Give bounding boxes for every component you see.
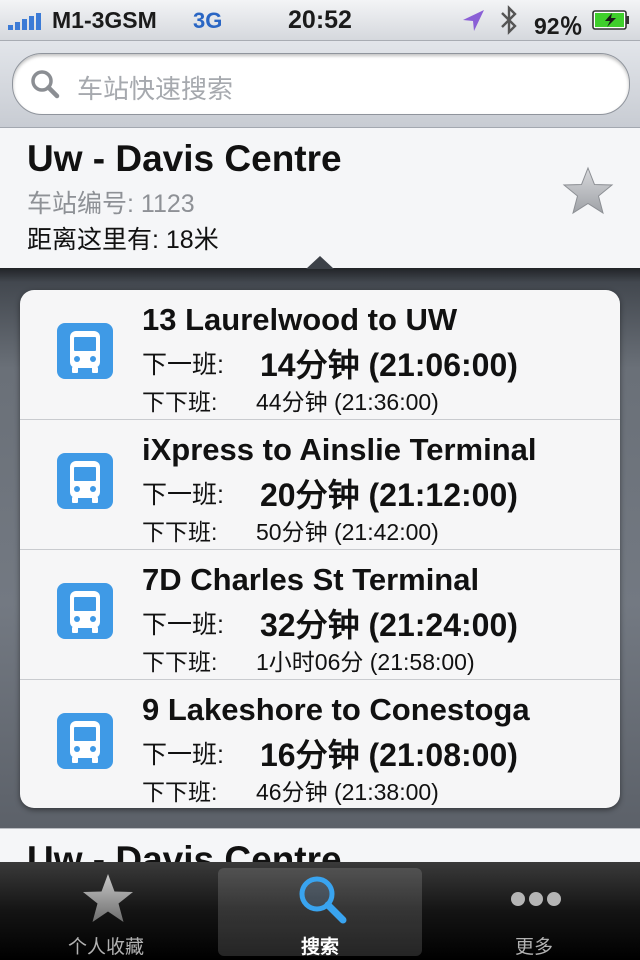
search-bar: 车站快速搜索 [0, 41, 640, 128]
star-icon [83, 874, 133, 922]
following-departure-time: 1小时06分 (21:58:00) [256, 649, 475, 675]
next-departure-label: 下一班: [142, 351, 224, 379]
next-departure-label: 下一班: [142, 481, 224, 509]
route-row[interactable]: 13 Laurelwood to UW 下一班: 14分钟 (21:06:00)… [20, 290, 620, 420]
next-departure-time: 20分钟 (21:12:00) [260, 477, 518, 513]
tab-search[interactable]: 搜索 [218, 868, 422, 958]
station-header[interactable]: Uw - Davis Centre 车站编号: 1123 距离这里有: 18米 [0, 128, 640, 268]
bus-icon [57, 453, 113, 509]
tab-bar: 个人收藏 搜索 更多 [0, 862, 640, 960]
following-departure-label: 下下班: [142, 779, 218, 805]
next-departure-time: 32分钟 (21:24:00) [260, 607, 518, 643]
next-departure-label: 下一班: [142, 611, 224, 639]
tab-favorites[interactable]: 个人收藏 [4, 868, 208, 958]
next-station-header[interactable]: Uw - Davis Centre [0, 828, 640, 863]
bus-icon [57, 583, 113, 639]
search-icon [299, 876, 347, 924]
next-departure-label: 下一班: [142, 741, 224, 769]
following-departure-label: 下下班: [142, 649, 218, 675]
bluetooth-icon [501, 5, 517, 35]
following-departure-time: 50分钟 (21:42:00) [256, 519, 439, 545]
routes-list: 13 Laurelwood to UW 下一班: 14分钟 (21:06:00)… [20, 290, 620, 808]
next-departure-time: 14分钟 (21:06:00) [260, 347, 518, 383]
routes-panel: 13 Laurelwood to UW 下一班: 14分钟 (21:06:00)… [0, 256, 640, 828]
route-name: 7D Charles St Terminal [142, 562, 480, 597]
bus-icon [57, 713, 113, 769]
following-departure-label: 下下班: [142, 519, 218, 545]
battery-charging-icon [592, 10, 629, 30]
station-name: Uw - Davis Centre [27, 138, 342, 179]
location-arrow-icon [463, 10, 484, 31]
status-bar: M1-3GSM 3G 20:52 92％ [0, 0, 640, 41]
search-icon [31, 70, 60, 99]
route-name: iXpress to Ainslie Terminal [142, 432, 537, 467]
route-name: 9 Lakeshore to Conestoga [142, 692, 530, 727]
tab-label: 个人收藏 [67, 937, 144, 958]
battery-percent: 92％ [534, 13, 583, 39]
station-distance: 距离这里有: 18米 [27, 226, 219, 254]
tab-label: 更多 [514, 937, 553, 958]
following-departure-time: 46分钟 (21:38:00) [256, 779, 439, 805]
tab-label: 搜索 [300, 937, 339, 958]
route-row[interactable]: 9 Lakeshore to Conestoga 下一班: 16分钟 (21:0… [20, 680, 620, 808]
favorite-star-icon[interactable] [562, 166, 614, 216]
next-departure-time: 16分钟 (21:08:00) [260, 737, 518, 773]
route-row[interactable]: 7D Charles St Terminal 下一班: 32分钟 (21:24:… [20, 550, 620, 680]
route-name: 13 Laurelwood to UW [142, 302, 458, 337]
search-placeholder: 车站快速搜索 [77, 74, 234, 104]
more-icon [511, 892, 561, 906]
following-departure-time: 44分钟 (21:36:00) [256, 389, 439, 415]
route-row[interactable]: iXpress to Ainslie Terminal 下一班: 20分钟 (2… [20, 420, 620, 550]
station-name: Uw - Davis Centre [27, 839, 342, 863]
following-departure-label: 下下班: [142, 389, 218, 415]
station-search-input[interactable]: 车站快速搜索 [12, 53, 630, 115]
tab-more[interactable]: 更多 [432, 868, 636, 958]
bus-icon [57, 323, 113, 379]
panel-pointer [306, 256, 334, 269]
station-code: 车站编号: 1123 [27, 190, 195, 218]
